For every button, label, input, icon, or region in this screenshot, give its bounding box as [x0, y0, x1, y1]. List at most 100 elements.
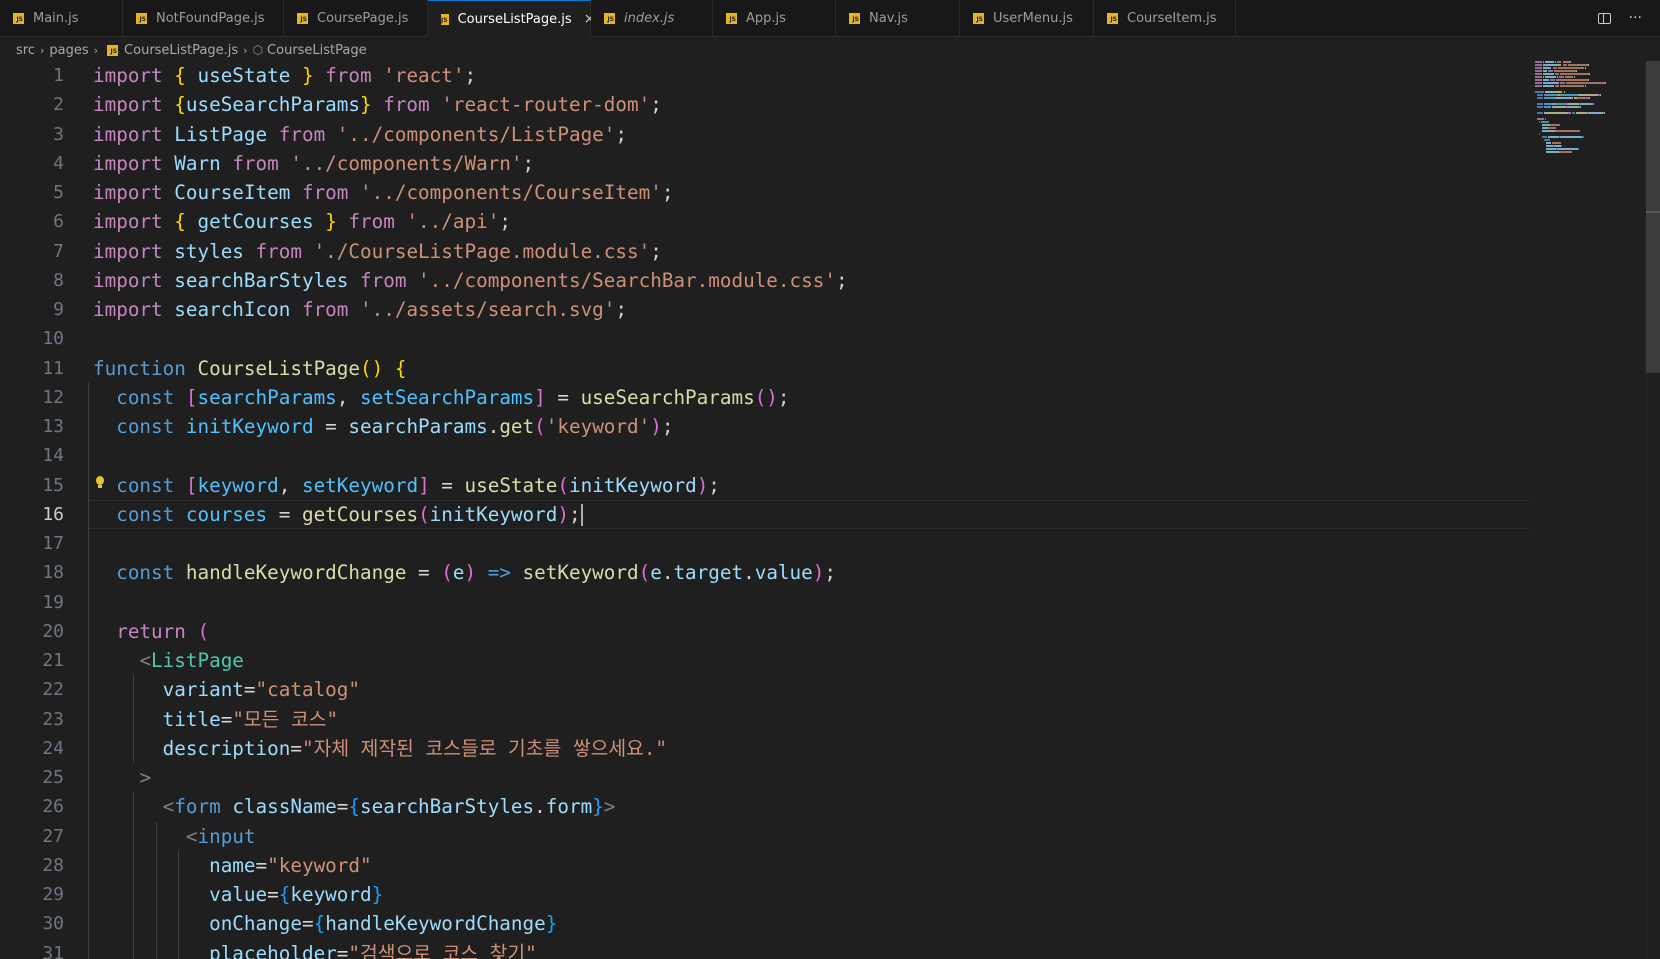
code-line[interactable]: 12 const [searchParams, setSearchParams]… [0, 382, 1530, 412]
code-line[interactable]: 10 [0, 324, 1530, 353]
code-token: ; [615, 298, 628, 321]
code-text: const courses = getCourses(initKeyword); [93, 500, 583, 529]
code-text: import searchBarStyles from '../componen… [93, 266, 848, 295]
tab-label: App.js [746, 10, 786, 26]
code-token: from [348, 210, 395, 234]
breadcrumb-item-file[interactable]: CourseListPage.js [124, 43, 238, 58]
js-file-icon: JS [107, 44, 119, 56]
code-line[interactable]: 7 import styles from './CourseListPage.mo… [0, 237, 1530, 266]
more-actions-icon[interactable]: ··· [1629, 10, 1642, 26]
code-line[interactable]: 19 [0, 587, 1530, 617]
breadcrumb-item-src[interactable]: src [16, 43, 35, 58]
code-token: ; [522, 151, 535, 175]
code-token: '../api' [406, 210, 500, 234]
code-line[interactable]: 4 import Warn from '../components/Warn'; [0, 149, 1530, 178]
tab-usermenu-js[interactable]: JS UserMenu.js [960, 0, 1094, 36]
code-text: const initKeyword = searchParams.get('ke… [93, 412, 673, 441]
minimap-segment [1543, 106, 1552, 108]
code-token: from [383, 93, 430, 117]
code-line[interactable]: 31 placeholder="검색으로 코스 찾기" [0, 938, 1530, 959]
code-line[interactable]: 17 [0, 529, 1530, 559]
code-text: name="keyword" [93, 851, 372, 880]
code-token: placeholder [209, 941, 337, 959]
minimap-segment [1544, 139, 1551, 141]
tab-coursepage-js[interactable]: JS CoursePage.js [284, 0, 428, 36]
minimap-segment [1544, 103, 1553, 105]
code-line[interactable]: 23 title="모든 코스" [0, 704, 1530, 734]
scrollbar-thumb[interactable] [1646, 61, 1660, 373]
code-line[interactable]: 27 <input [0, 821, 1530, 851]
code-text: function CourseListPage() { [93, 354, 406, 383]
js-file-icon: JS [726, 12, 737, 24]
indent-guide [88, 880, 89, 910]
indent-guide [88, 470, 89, 500]
tab-main-js[interactable]: JS Main.js [0, 0, 123, 36]
tab-index-js[interactable]: JS index.js [591, 0, 713, 36]
code-token: from [278, 122, 326, 146]
minimap-segment [1548, 70, 1553, 72]
code-line[interactable]: 9 import searchIcon from '../assets/searc… [0, 295, 1530, 324]
code-line[interactable]: 6 import { getCourses } from '../api'; [0, 207, 1530, 236]
minimap[interactable] [1535, 61, 1635, 181]
code-line[interactable]: 11 function CourseListPage() { [0, 354, 1530, 383]
code-token: > [603, 795, 616, 819]
indent-guide [88, 558, 89, 588]
code-line[interactable]: 26 <form className={searchBarStyles.form… [0, 792, 1530, 822]
indent-guide [88, 646, 89, 676]
code-token: . [661, 561, 674, 585]
code-line[interactable]: 24 description="자체 제작된 코스들로 기초를 쌓으세요." [0, 733, 1530, 763]
minimap-segment [1554, 130, 1581, 132]
line-number: 9 [53, 299, 64, 320]
code-line[interactable]: 25 > [0, 763, 1530, 793]
tab-courselistpage-js[interactable]: JS CourseListPage.js × [428, 0, 595, 37]
code-line[interactable]: 21 <ListPage [0, 646, 1530, 676]
tab-app-js[interactable]: JS App.js [713, 0, 836, 36]
code-token: 'react-router-dom' [441, 93, 651, 117]
minimap-segment [1542, 70, 1548, 72]
code-token: description [162, 736, 291, 760]
code-line[interactable]: 13 const initKeyword = searchParams.get(… [0, 412, 1530, 442]
code-line[interactable]: 5 import CourseItem from '../components/C… [0, 178, 1530, 207]
code-line[interactable]: 15 const [keyword, setKeyword] = useStat… [0, 470, 1530, 500]
minimap-segment [1560, 85, 1585, 87]
breadcrumb-item-symbol[interactable]: CourseListPage [267, 43, 367, 58]
minimap-segment [1570, 112, 1572, 114]
line-number: 4 [53, 152, 64, 174]
code-line[interactable]: 16 const courses = getCourses(initKeywor… [0, 499, 1530, 530]
code-line[interactable]: 28 name="keyword" [0, 850, 1530, 880]
js-file-icon: JS [849, 12, 860, 24]
code-token: { [174, 64, 186, 87]
tab-notfoundpage-js[interactable]: JS NotFoundPage.js [123, 0, 284, 36]
breadcrumb-item-pages[interactable]: pages [49, 43, 88, 58]
code-line[interactable]: 22 variant="catalog" [0, 675, 1530, 705]
tab-courseitem-js[interactable]: JS CourseItem.js [1094, 0, 1236, 36]
code-line[interactable]: 2 import {useSearchParams} from 'react-ro… [0, 90, 1530, 119]
code-token: = [301, 912, 314, 936]
code-line[interactable]: 20 return ( [0, 616, 1530, 646]
code-token: get [499, 415, 535, 438]
minimap-segment [1548, 136, 1559, 138]
js-file-icon: JS [297, 12, 308, 24]
tab-nav-js[interactable]: JS Nav.js [836, 0, 960, 36]
code-text: <input [93, 822, 256, 851]
split-editor-icon[interactable] [1597, 12, 1611, 24]
code-line[interactable]: 3 import ListPage from '../components/Lis… [0, 120, 1530, 149]
code-line[interactable]: 18 const handleKeywordChange = (e) => se… [0, 558, 1530, 588]
line-number: 15 [42, 474, 64, 496]
code-editor[interactable]: 1 import { useState } from 'react'; 2 impor… [0, 61, 1530, 959]
minimap-segment [1543, 64, 1561, 66]
code-text: variant="catalog" [93, 675, 360, 704]
code-line[interactable]: 8 import searchBarStyles from '../compone… [0, 266, 1530, 295]
code-line[interactable]: 14 [0, 441, 1530, 471]
code-line[interactable]: 29 value={keyword} [0, 880, 1530, 910]
code-line[interactable]: 30 onChange={handleKeywordChange} [0, 909, 1530, 939]
code-line[interactable]: 1 import { useState } from 'react'; [0, 61, 1530, 90]
